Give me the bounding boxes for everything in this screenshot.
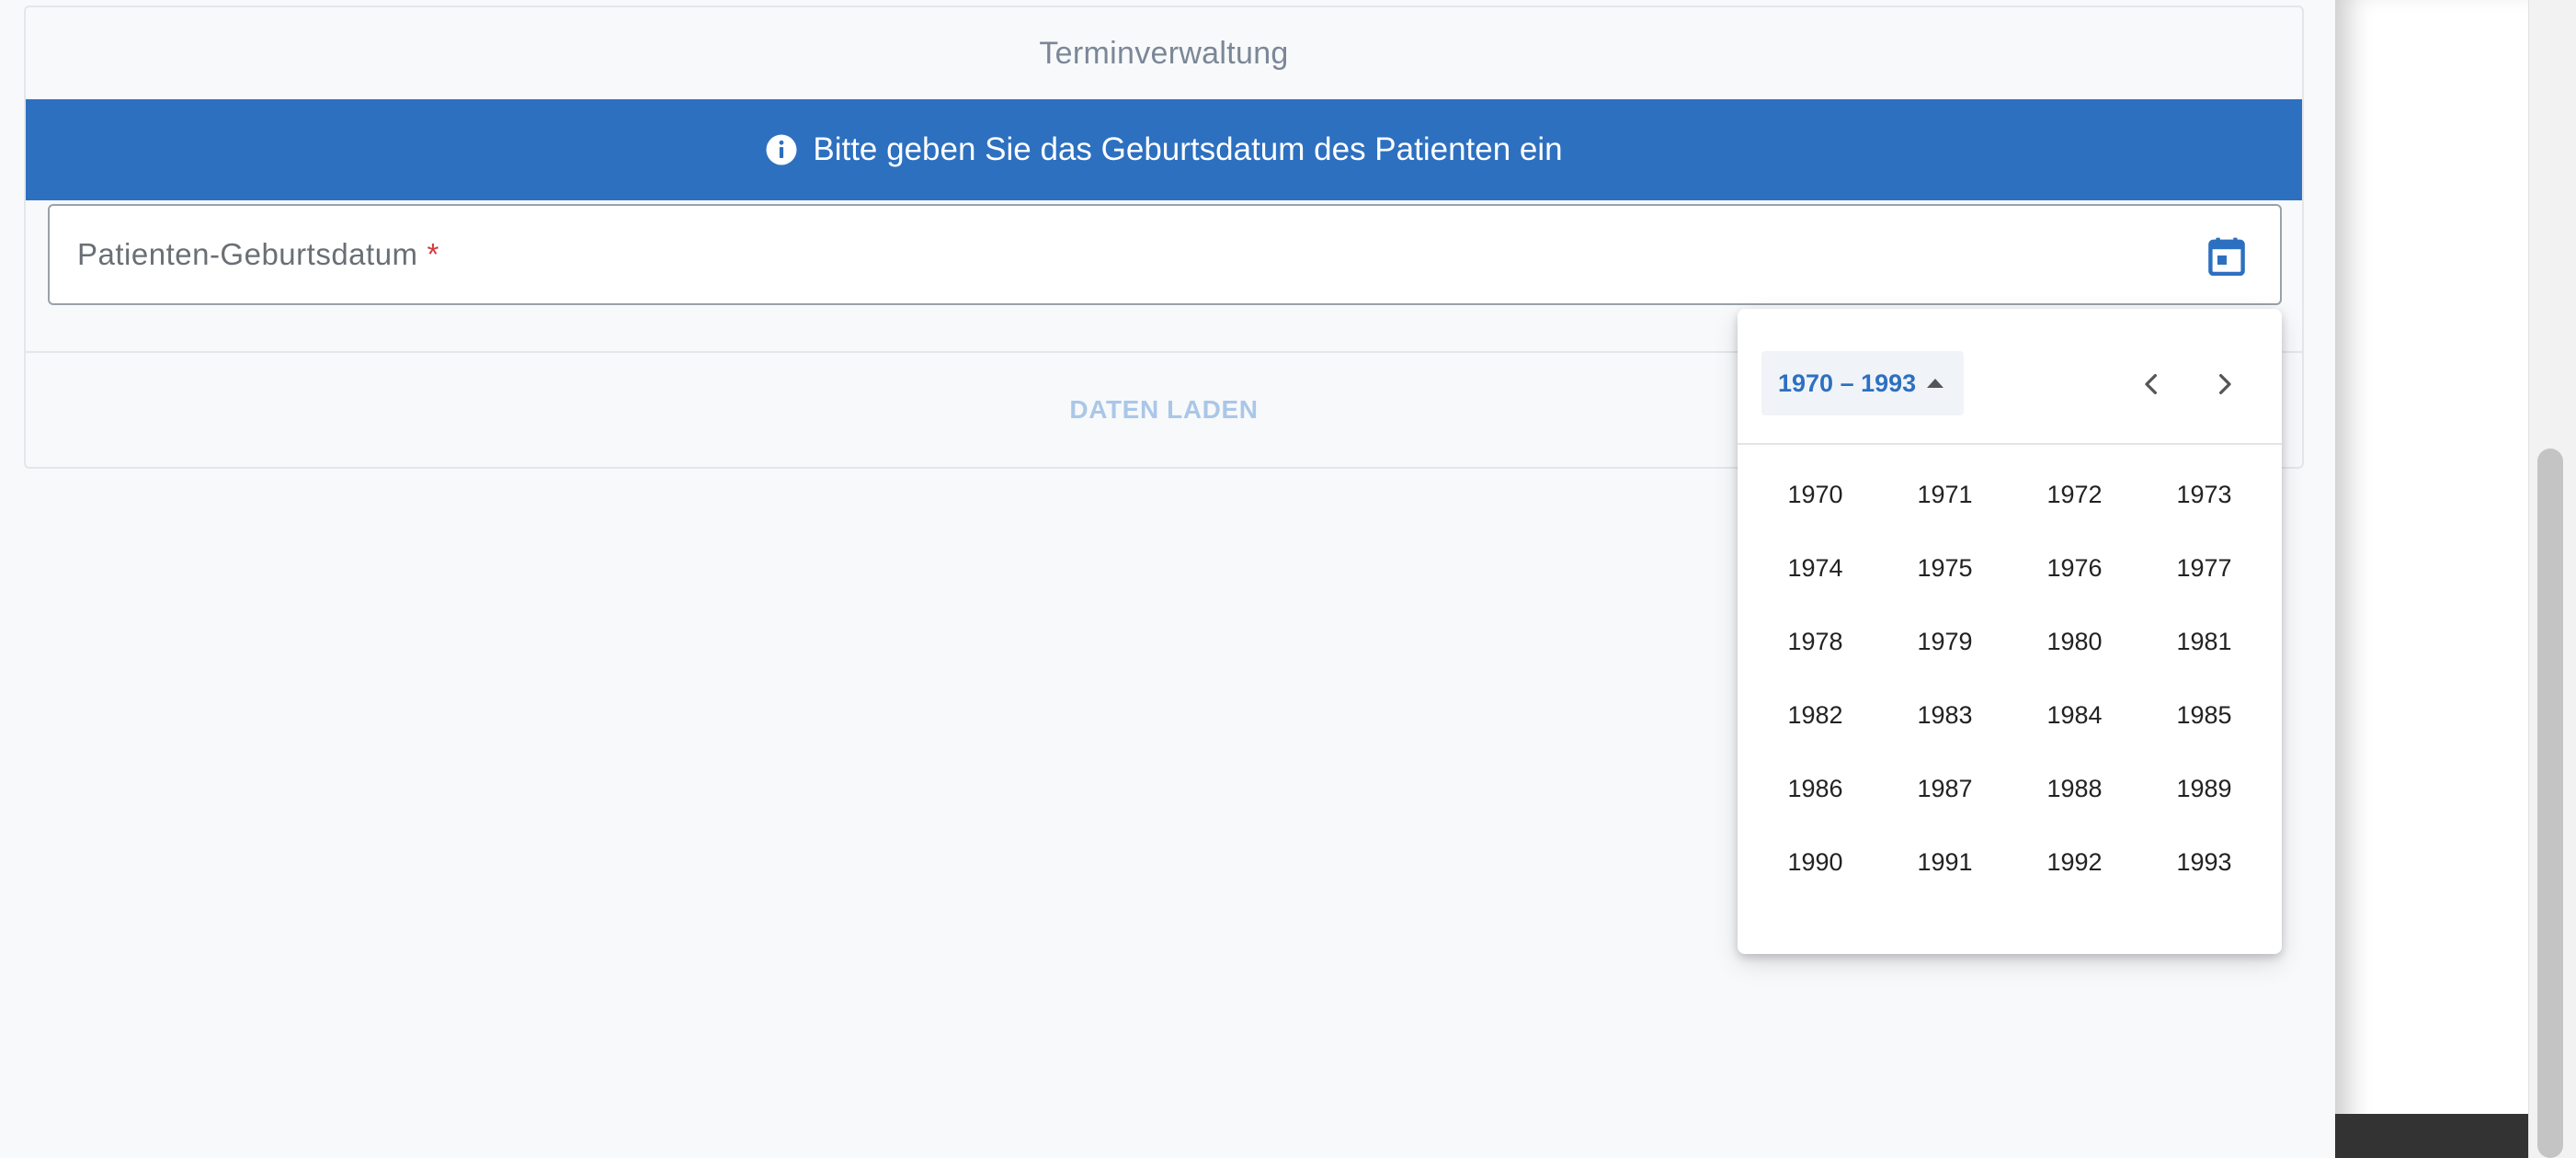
year-grid: 1970 1971 1972 1973 1974 1975 1976 1977 … [1750,458,2269,899]
year-cell[interactable]: 1989 [2139,752,2269,825]
banner-text: Bitte geben Sie das Geburtsdatum des Pat… [813,131,1563,167]
side-panel-bottom-bar [2335,1114,2528,1158]
birthdate-label-text: Patienten-Geburtsdatum [77,237,418,271]
year-picker-popup: 1970 – 1993 1970 1971 1972 1973 1974 197… [1738,309,2282,954]
required-marker: * [427,237,439,271]
info-circle-icon [766,134,797,165]
birthdate-label: Patienten-Geburtsdatum * [77,206,439,303]
next-period-button[interactable] [2205,364,2245,404]
card-header-title: Terminverwaltung [1039,35,1289,71]
year-cell[interactable]: 1984 [2010,678,2139,752]
year-cell[interactable]: 1979 [1880,605,2010,678]
year-cell[interactable]: 1991 [1880,825,2010,899]
year-cell[interactable]: 1983 [1880,678,2010,752]
scrollbar-thumb[interactable] [2537,448,2563,1158]
year-cell[interactable]: 1977 [2139,531,2269,605]
year-cell[interactable]: 1981 [2139,605,2269,678]
year-cell[interactable]: 1982 [1750,678,1880,752]
caret-up-icon [1927,379,1944,388]
year-picker-header: 1970 – 1993 [1738,309,2282,445]
year-cell[interactable]: 1986 [1750,752,1880,825]
year-cell[interactable]: 1973 [2139,458,2269,531]
period-toggle-button[interactable]: 1970 – 1993 [1761,351,1965,415]
year-cell[interactable]: 1993 [2139,825,2269,899]
year-cell[interactable]: 1970 [1750,458,1880,531]
year-cell[interactable]: 1988 [2010,752,2139,825]
year-cell[interactable]: 1987 [1880,752,2010,825]
chevron-right-icon [2219,374,2231,394]
app-area: Terminverwaltung Bitte geben Sie das Geb… [0,0,2335,1158]
year-cell[interactable]: 1990 [1750,825,1880,899]
year-cell[interactable]: 1978 [1750,605,1880,678]
info-banner: Bitte geben Sie das Geburtsdatum des Pat… [26,99,2302,200]
year-cell[interactable]: 1972 [2010,458,2139,531]
year-cell[interactable]: 1975 [1880,531,2010,605]
year-cell[interactable]: 1976 [2010,531,2139,605]
period-label: 1970 – 1993 [1778,369,1917,397]
year-cell[interactable]: 1980 [2010,605,2139,678]
calendar-icon[interactable] [2208,237,2245,276]
birthdate-input[interactable]: Patienten-Geburtsdatum * [48,204,2282,305]
year-cell[interactable]: 1992 [2010,825,2139,899]
year-cell[interactable]: 1974 [1750,531,1880,605]
previous-period-button[interactable] [2131,364,2171,404]
chevron-left-icon [2145,374,2157,394]
side-panel [2335,0,2528,1158]
year-cell[interactable]: 1985 [2139,678,2269,752]
year-cell[interactable]: 1971 [1880,458,2010,531]
